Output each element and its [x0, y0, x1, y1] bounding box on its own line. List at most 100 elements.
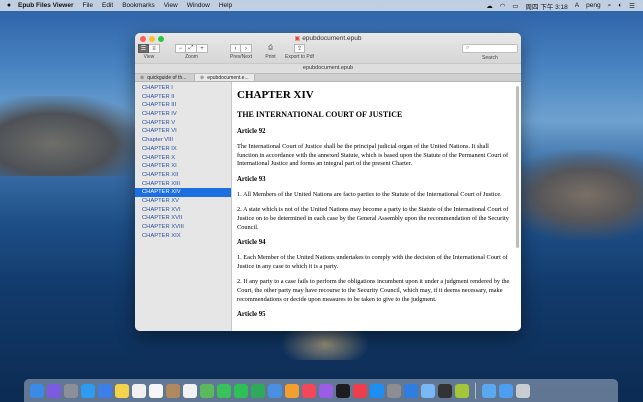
- input-source-icon[interactable]: A: [575, 2, 579, 9]
- maps-icon[interactable]: [200, 383, 214, 398]
- app-menu[interactable]: Epub Files Viewer: [18, 2, 74, 9]
- print-group: ⎙ Print: [265, 44, 276, 60]
- chapter-sidebar: CHAPTER I CHAPTER II CHAPTER III CHAPTER…: [135, 82, 232, 331]
- sidebar-item-chapter-xiv[interactable]: CHAPTER XIV: [135, 188, 231, 197]
- contacts-icon[interactable]: [166, 383, 180, 398]
- dock: [24, 379, 618, 402]
- sidebar-item-chapter-xiii[interactable]: CHAPTER XIII: [135, 180, 231, 189]
- wifi-icon[interactable]: ◠: [500, 2, 506, 10]
- facetime-icon[interactable]: [234, 383, 248, 398]
- sidebar-item-chapter-xv[interactable]: CHAPTER XV: [135, 197, 231, 206]
- zoom-label: Zoom: [185, 54, 198, 60]
- mail-icon[interactable]: [98, 383, 112, 398]
- export-pdf-button[interactable]: ⇪: [293, 44, 305, 53]
- expand-icon: ⤢: [188, 45, 194, 51]
- tab-epubdocument[interactable]: ⊗ epubdocument.e...: [195, 74, 255, 81]
- sidebar-item-chapter-v[interactable]: CHAPTER V: [135, 119, 231, 128]
- safari-icon[interactable]: [81, 383, 95, 398]
- sidebar-item-chapter-x[interactable]: CHAPTER X: [135, 154, 231, 163]
- menu-help[interactable]: Help: [219, 2, 232, 9]
- list-view-button[interactable]: ≡: [149, 44, 160, 53]
- sidebar-item-chapter-xix[interactable]: CHAPTER XIX: [135, 232, 231, 241]
- zoom-fit-button[interactable]: ⤢: [186, 44, 197, 53]
- sidebar-item-chapter-xi[interactable]: CHAPTER XI: [135, 162, 231, 171]
- tv-icon[interactable]: [336, 383, 350, 398]
- window-title-text: epubdocument.epub: [302, 35, 362, 42]
- terminal-icon[interactable]: [438, 383, 452, 398]
- article-heading: Article 95: [237, 311, 266, 319]
- notes-icon[interactable]: [115, 383, 129, 398]
- article-heading: Article 94: [237, 239, 266, 247]
- paragraph: 2. A state which is not of the United Na…: [237, 206, 509, 231]
- clock[interactable]: 周四 下午 3:18: [526, 1, 568, 11]
- podcasts-icon[interactable]: [319, 383, 333, 398]
- print-label: Print: [265, 54, 276, 60]
- user-menu[interactable]: peng: [586, 2, 600, 9]
- content-scrollbar[interactable]: [516, 86, 519, 248]
- control-center-icon[interactable]: ◐: [618, 2, 622, 9]
- menu-bookmarks[interactable]: Bookmarks: [122, 2, 155, 9]
- reminders-icon[interactable]: [149, 383, 163, 398]
- previous-button[interactable]: ‹: [230, 44, 241, 53]
- siri-icon[interactable]: [47, 383, 61, 398]
- close-tab-icon[interactable]: ⊗: [140, 75, 144, 81]
- folder-icon[interactable]: [482, 383, 496, 398]
- section-heading: THE INTERNATIONAL COURT OF JUSTICE: [237, 110, 403, 119]
- search-input[interactable]: ⌕: [462, 44, 518, 53]
- sidebar-item-chapter-ii[interactable]: CHAPTER II: [135, 93, 231, 102]
- music-icon[interactable]: [302, 383, 316, 398]
- article-heading: Article 93: [237, 175, 266, 183]
- sidebar-item-chapter-vi[interactable]: CHAPTER VI: [135, 127, 231, 136]
- paragraph: 2. If any party to a case fails to perfo…: [237, 278, 510, 303]
- keynote-icon[interactable]: [268, 383, 282, 398]
- android-icon[interactable]: [455, 383, 469, 398]
- close-tab-icon[interactable]: ⊗: [200, 75, 204, 81]
- sidebar-item-chapter-xvii[interactable]: CHAPTER XVII: [135, 214, 231, 223]
- sidebar-item-chapter-iv[interactable]: CHAPTER IV: [135, 110, 231, 119]
- sidebar-item-chapter-iii[interactable]: CHAPTER III: [135, 101, 231, 110]
- paragraph: The International Court of Justice shall…: [237, 143, 509, 168]
- sidebar-item-chapter-ix[interactable]: CHAPTER IX: [135, 145, 231, 154]
- calendar-icon[interactable]: [132, 383, 146, 398]
- sidebar-item-chapter-i[interactable]: CHAPTER I: [135, 84, 231, 93]
- window-title: ▣ epubdocument.epub: [135, 35, 521, 42]
- next-button[interactable]: ›: [241, 44, 252, 53]
- notification-center-icon[interactable]: ☰: [629, 2, 635, 10]
- zoom-group: − ⤢ + Zoom: [175, 44, 208, 60]
- numbers-icon[interactable]: [251, 383, 265, 398]
- tab-quickguide[interactable]: ⊗ quickguide of th...: [135, 74, 195, 81]
- grid-view-button[interactable]: ☰: [138, 44, 149, 53]
- status-area: ☁ ◠ ▭ 周四 下午 3:18 A peng ⌕ ◐ ☰: [486, 1, 643, 11]
- document-content[interactable]: CHAPTER XIV THE INTERNATIONAL COURT OF J…: [232, 82, 521, 331]
- app-store-icon[interactable]: [370, 383, 384, 398]
- sidebar-item-chapter-xvi[interactable]: CHAPTER XVI: [135, 206, 231, 215]
- launchpad-icon[interactable]: [64, 383, 78, 398]
- cloud-icon[interactable]: ☁: [486, 2, 493, 10]
- battery-icon[interactable]: ▭: [512, 2, 518, 10]
- list-icon: ≡: [152, 45, 156, 52]
- apple-menu-icon[interactable]: ●: [0, 2, 18, 9]
- sidebar-item-chapter-viii[interactable]: Chapter VIII: [135, 136, 231, 145]
- zoom-in-button[interactable]: +: [197, 44, 208, 53]
- xcode-icon[interactable]: [404, 383, 418, 398]
- menu-edit[interactable]: Edit: [102, 2, 113, 9]
- sidebar-item-chapter-xii[interactable]: CHAPTER XII: [135, 171, 231, 180]
- pages-icon[interactable]: [285, 383, 299, 398]
- trash-icon[interactable]: [516, 383, 530, 398]
- photos-icon[interactable]: [183, 383, 197, 398]
- print-button[interactable]: ⎙: [265, 44, 276, 53]
- news-icon[interactable]: [353, 383, 367, 398]
- chevron-right-icon: ›: [245, 45, 247, 52]
- downloads-icon[interactable]: [499, 383, 513, 398]
- menu-file[interactable]: File: [83, 2, 93, 9]
- menu-window[interactable]: Window: [187, 2, 210, 9]
- finder-icon[interactable]: [30, 383, 44, 398]
- spotlight-icon[interactable]: ⌕: [608, 2, 612, 10]
- preview-icon[interactable]: [421, 383, 435, 398]
- zoom-out-button[interactable]: −: [175, 44, 186, 53]
- messages-icon[interactable]: [217, 383, 231, 398]
- sidebar-item-chapter-xviii[interactable]: CHAPTER XVIII: [135, 223, 231, 232]
- system-preferences-icon[interactable]: [387, 383, 401, 398]
- toolbar: ▣ epubdocument.epub ☰ ≡ View − ⤢ + Zoom ‹…: [135, 33, 521, 63]
- menu-view[interactable]: View: [164, 2, 178, 9]
